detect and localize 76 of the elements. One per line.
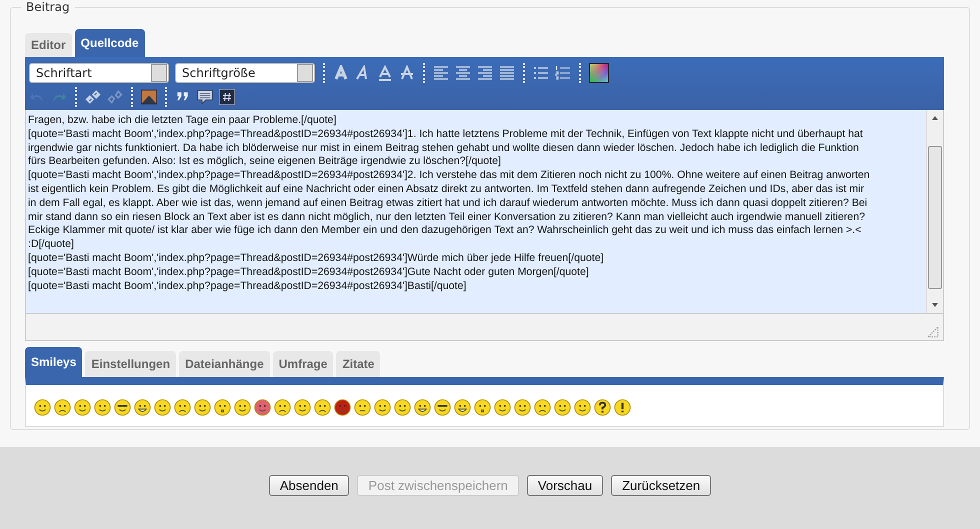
smiley-icon[interactable] (474, 399, 491, 416)
font-select[interactable]: Schriftart (29, 63, 169, 83)
smiley-icon[interactable] (334, 399, 351, 416)
smiley-icon[interactable] (294, 399, 311, 416)
smiley-icon[interactable] (514, 399, 531, 416)
editor-tab[interactable]: Quellcode (74, 29, 145, 57)
source-text-line: mir stand dann so ein riesen Block an Text aber ist es dann nicht möglich, nur den letzten Teil einer Konversation zu zitieren? Kann man vielleicht auch irgendwie manuell zitieren? (28, 210, 866, 224)
form-button[interactable]: Vorschau (526, 474, 604, 496)
source-code-textarea[interactable] (25, 110, 944, 314)
smiley-icon[interactable] (134, 399, 151, 416)
smiley-icon[interactable] (94, 399, 111, 416)
source-text-line: :D[/quote] (28, 238, 75, 252)
form-button[interactable]: Zurücksetzen (611, 474, 712, 496)
options-tab[interactable]: Einstellungen (85, 351, 176, 377)
smiley-icon[interactable] (434, 399, 451, 416)
smiley-icon[interactable] (214, 399, 231, 416)
smiley-icon[interactable] (114, 399, 131, 416)
source-text-line: [quote='Basti macht Boom','index.php?page=Thread&postID=26934#post26934']Basti[/quote] (28, 280, 468, 294)
source-text-line: [quote='Basti macht Boom','index.php?page=Thread&postID=26934#post26934']1. Ich hatte letztens Probleme mit der Technik, Einfügen von Text klappte nicht und überhaupt hat (28, 128, 864, 142)
resize-grip-icon[interactable] (925, 326, 941, 338)
smiley-icon[interactable] (534, 399, 551, 416)
underline-icon[interactable] (377, 65, 393, 81)
justify-icon[interactable] (499, 65, 515, 81)
source-text-line: [quote='Basti macht Boom','index.php?page=Thread&postID=26934#post26934']Würde mich über jede Hilfe freuen[/quote] (28, 252, 605, 266)
options-tab[interactable]: Smileys (25, 347, 82, 377)
options-tab[interactable]: Umfrage (272, 351, 334, 377)
smiley-icon[interactable] (234, 399, 251, 416)
align-left-icon[interactable] (433, 65, 449, 81)
options-tab[interactable]: Zitate (336, 351, 380, 377)
source-text-line: irgendwie gar nichts funktioniert. Da habe ich blöderweise nur mist in einem Beitrag stehen gehabt und wollte diesen dann wieder löschen. Jedoch habe ich lediglich die Funktion (28, 142, 860, 156)
source-text-line: [quote='Basti macht Boom','index.php?page=Thread&postID=26934#post26934']Gute Nacht oder guten Morgen[/quote] (28, 266, 590, 280)
smiley-icon[interactable] (374, 399, 391, 416)
smiley-icon[interactable] (574, 399, 591, 416)
strikethrough-icon[interactable] (399, 65, 415, 81)
source-text-line: ist eigentlich kein Problem. Es gibt die Möglichkeit auf eine Nachricht oder einen Absatz direkt zu antworten. Im Textfeld stehen dann aufregende Zeichen und IDs, aber das ist mir (28, 182, 865, 197)
fieldset-legend: Beitrag (21, 0, 75, 14)
hash-code-icon[interactable] (219, 89, 235, 105)
smiley-icon[interactable] (34, 399, 51, 416)
numbered-list-icon[interactable] (555, 65, 571, 81)
bold-icon[interactable] (333, 65, 349, 81)
scrollbar-thumb[interactable] (928, 146, 942, 289)
source-text-line: Fragen, bzw. habe ich die letzten Tage ein paar Probleme.[/quote] (28, 114, 338, 128)
smiley-icon[interactable] (394, 399, 411, 416)
smiley-icon[interactable] (554, 399, 571, 416)
smiley-icon[interactable] (154, 399, 171, 416)
smiley-icon[interactable] (614, 399, 631, 416)
smiley-icon[interactable] (254, 399, 271, 416)
form-button[interactable]: Absenden (268, 474, 350, 496)
smiley-icon[interactable] (594, 399, 611, 416)
color-picker-icon[interactable] (589, 63, 609, 83)
align-right-icon[interactable] (477, 65, 493, 81)
smiley-icon[interactable] (314, 399, 331, 416)
source-text-line: [quote='Basti macht Boom','index.php?page=Thread&postID=26934#post26934']2. Ich verstehe das mit dem Zitieren noch nicht zu 100%. Ohne weitere auf einen Beitrag anworten (28, 169, 871, 183)
smiley-icon[interactable] (174, 399, 191, 416)
smiley-icon[interactable] (414, 399, 431, 416)
smiley-icon[interactable] (454, 399, 471, 416)
bullet-list-icon[interactable] (533, 65, 549, 81)
vertical-scrollbar[interactable] (926, 110, 943, 313)
source-text-line: in dem Fall egal, es klappt. Aber wie ist das, wenn jemand auf einen Beitrag etwas zitiert hat und ich darauf wiederum antworten möchte. Muss ich dann quasi doppelt zitieren? Bei (28, 196, 868, 211)
font-size-select[interactable]: Schriftgröße (175, 63, 315, 83)
source-text-line: fürs Bearbeiten gefunden. Also: Ist es möglich, seine eigenen Beiträge irgendwie zu löschen?[/quote] (28, 155, 502, 170)
scroll-up-arrow-icon[interactable] (931, 114, 939, 122)
scroll-down-arrow-icon[interactable] (931, 301, 939, 309)
editor-tab[interactable]: Editor (25, 33, 72, 57)
smiley-icon[interactable] (354, 399, 371, 416)
speech-bubble-icon[interactable] (197, 89, 213, 105)
smiley-icon[interactable] (74, 399, 91, 416)
smiley-icon[interactable] (494, 399, 511, 416)
align-center-icon[interactable] (455, 65, 471, 81)
options-tab[interactable]: Dateianhänge (179, 351, 270, 377)
smiley-icon[interactable] (274, 399, 291, 416)
smiley-icon[interactable] (194, 399, 211, 416)
chain-link-icon[interactable] (85, 89, 101, 105)
image-icon[interactable] (141, 89, 157, 105)
smiley-icon[interactable] (54, 399, 71, 416)
source-text-line: Eckige Klammer mit quote/ ist klar aber wie füge ich dann den Member ein und den dazugehörigen Text an? Wahrscheinlich geht das zu weit und ich muss das einfach lernen >.< (28, 224, 862, 238)
